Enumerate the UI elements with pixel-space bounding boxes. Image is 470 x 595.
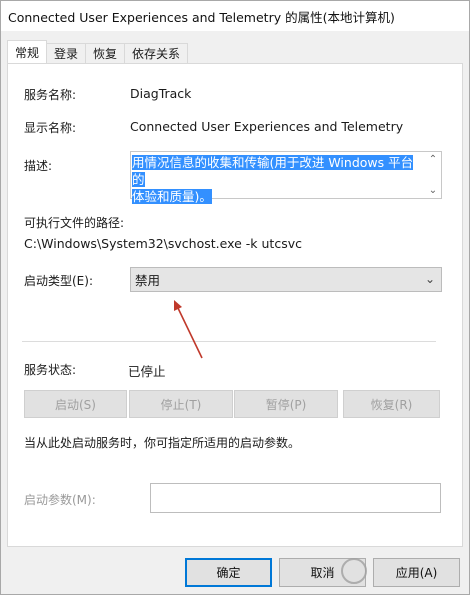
resume-button[interactable]: 恢复(R) — [343, 390, 440, 418]
startup-type-value: 禁用 — [135, 273, 161, 288]
start-button[interactable]: 启动(S) — [24, 390, 127, 418]
description-textbox[interactable]: 用情况信息的收集和传输(用于改进 Windows 平台的 体验和质量)。 ⌃ ⌄ — [130, 151, 442, 204]
watermark-logo-icon — [341, 558, 367, 584]
exe-path-value: C:\Windows\System32\svchost.exe -k utcsv… — [24, 236, 302, 251]
start-params-input[interactable] — [150, 483, 441, 513]
display-name-label: 显示名称: — [24, 121, 77, 135]
scroll-up-icon[interactable]: ⌃ — [429, 154, 437, 165]
tab-general[interactable]: 常规 — [7, 40, 48, 63]
display-name-value: Connected User Experiences and Telemetry — [130, 119, 404, 134]
service-name-label: 服务名称: — [24, 88, 77, 102]
service-name-value: DiagTrack — [130, 86, 192, 101]
stop-button[interactable]: 停止(T) — [129, 390, 233, 418]
properties-dialog: Connected User Experiences and Telemetry… — [0, 0, 470, 595]
description-label: 描述: — [24, 159, 53, 173]
window-title: Connected User Experiences and Telemetry… — [1, 1, 469, 31]
description-text: 用情况信息的收集和传输(用于改进 Windows 平台的 体验和质量)。 — [132, 154, 422, 205]
tab-recovery[interactable]: 恢复 — [85, 43, 126, 63]
pause-button[interactable]: 暂停(P) — [234, 390, 338, 418]
startup-type-label: 启动类型(E): — [24, 274, 93, 288]
tab-logon[interactable]: 登录 — [46, 43, 87, 63]
tab-dependencies[interactable]: 依存关系 — [124, 43, 189, 63]
chevron-down-icon: ⌄ — [424, 272, 435, 286]
site-watermark — [341, 549, 469, 593]
service-status-label: 服务状态: — [24, 363, 77, 377]
exe-path-label: 可执行文件的路径: — [24, 216, 125, 230]
start-params-label: 启动参数(M): — [24, 493, 96, 507]
description-line-1: 用情况信息的收集和传输(用于改进 Windows 平台的 — [132, 155, 414, 187]
general-panel: 服务名称: DiagTrack 显示名称: Connected User Exp… — [7, 63, 463, 547]
description-line-2: 体验和质量)。 — [132, 189, 212, 204]
tab-strip: 常规 登录 恢复 依存关系 — [7, 40, 189, 63]
startup-type-select[interactable]: 禁用 ⌄ — [130, 267, 442, 292]
start-params-hint: 当从此处启动服务时，你可指定所适用的启动参数。 — [24, 436, 301, 450]
divider — [22, 341, 436, 342]
ok-button[interactable]: 确定 — [185, 558, 272, 587]
scroll-down-icon[interactable]: ⌄ — [429, 185, 437, 196]
description-scrollbar[interactable]: ⌃ ⌄ — [425, 152, 441, 198]
service-status-value: 已停止 — [128, 364, 166, 379]
